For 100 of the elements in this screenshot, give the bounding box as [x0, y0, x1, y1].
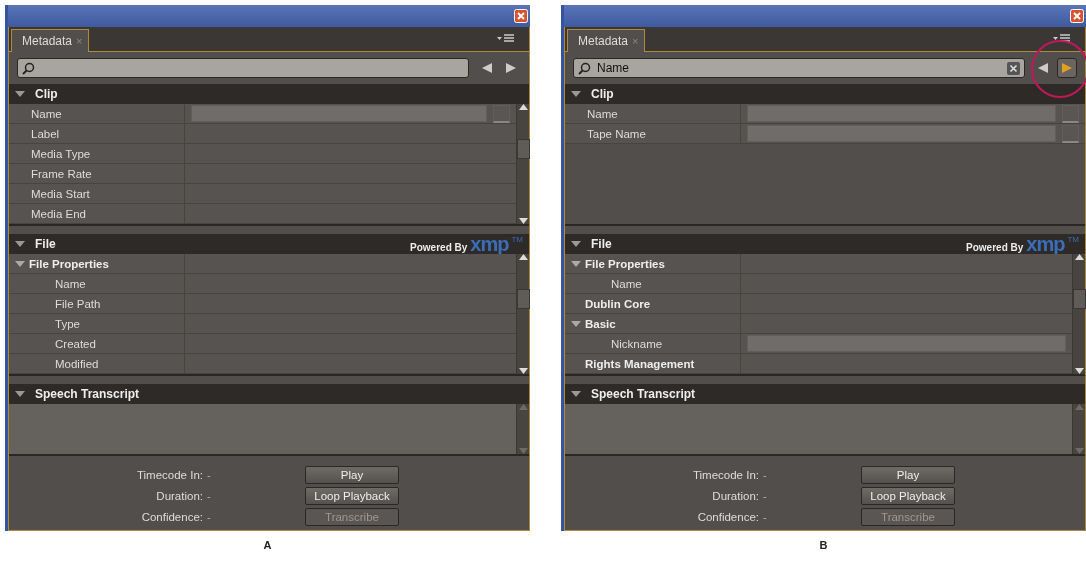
triangle-down-icon[interactable] [571, 240, 581, 248]
property-row[interactable]: Name [565, 274, 1072, 294]
scrollbar[interactable] [516, 254, 529, 374]
group-row[interactable]: File Properties [9, 254, 516, 274]
arrow-down-icon[interactable] [1074, 368, 1084, 374]
search-field[interactable]: Name [573, 58, 1025, 78]
trademark-label: TM [511, 235, 523, 244]
triangle-down-icon[interactable] [571, 90, 581, 98]
readout-label: Confidence: [141, 511, 203, 523]
section-header[interactable]: Clip [565, 84, 1085, 104]
property-label: Tape Name [587, 127, 646, 140]
property-row[interactable]: Frame Rate [9, 164, 516, 184]
property-label: Media Start [31, 187, 90, 200]
section-header[interactable]: Speech Transcript [565, 384, 1085, 404]
group-row[interactable]: Basic [565, 314, 1072, 334]
property-label: Name [587, 107, 618, 120]
readout-value: - [763, 490, 768, 502]
triangle-down-icon[interactable] [571, 259, 581, 268]
logo-wordmark: xmp [470, 235, 509, 253]
group-row[interactable]: Dublin Core [565, 294, 1072, 314]
tab-label: Metadata [22, 34, 73, 48]
property-label: Created [55, 337, 96, 350]
group-label: Rights Management [585, 357, 695, 370]
input-field[interactable] [747, 335, 1066, 352]
group-row[interactable]: File Properties [565, 254, 1072, 274]
readout-label: Confidence: [697, 511, 759, 523]
close-icon[interactable] [514, 9, 528, 23]
triangle-down-icon[interactable] [15, 390, 25, 398]
readout-value: - [207, 469, 212, 481]
triangle-down-icon[interactable] [15, 259, 25, 268]
search-icon [22, 61, 35, 75]
next-button[interactable] [1057, 58, 1077, 78]
readout-label: Timecode In: [692, 469, 759, 481]
property-label: Modified [55, 357, 99, 370]
property-row[interactable]: Name [9, 104, 516, 124]
property-row[interactable]: Name [9, 274, 516, 294]
arrow-down-icon[interactable] [518, 368, 528, 374]
property-row[interactable]: Nickname [565, 334, 1072, 354]
powered-by-label: Powered By [966, 242, 1024, 253]
search-field[interactable] [17, 58, 469, 78]
property-row[interactable]: File Path [9, 294, 516, 314]
property-label: Type [55, 317, 80, 330]
input-field[interactable] [191, 105, 487, 122]
panel-tab[interactable]: Metadata × [11, 29, 90, 52]
group-row[interactable]: Rights Management [565, 354, 1072, 374]
logo-wordmark: xmp [1026, 235, 1065, 253]
property-row[interactable]: Media End [9, 204, 516, 224]
input-field[interactable] [747, 105, 1056, 122]
arrow-up-icon[interactable] [1074, 254, 1084, 260]
property-label: Nickname [611, 337, 663, 350]
property-label: Media End [31, 207, 86, 220]
property-row[interactable]: Created [9, 334, 516, 354]
section-title: Speech Transcript [35, 387, 141, 401]
property-row[interactable]: Modified [9, 354, 516, 374]
trademark-label: TM [1067, 235, 1079, 244]
search-icon [578, 61, 591, 75]
action-button[interactable]: Loop Playback [861, 487, 955, 505]
readout-value: - [207, 490, 212, 502]
property-label: Name [55, 277, 86, 290]
arrow-down-icon[interactable] [518, 218, 528, 224]
action-button[interactable]: Play [305, 466, 399, 484]
section-header[interactable]: Speech Transcript [9, 384, 529, 404]
clear-icon[interactable] [1007, 61, 1020, 75]
action-button[interactable]: Loop Playback [305, 487, 399, 505]
action-button[interactable]: Play [861, 466, 955, 484]
scrollbar-thumb[interactable] [516, 289, 530, 309]
property-row[interactable]: Media Type [9, 144, 516, 164]
triangle-right-icon [1061, 62, 1073, 74]
close-icon[interactable] [1070, 9, 1084, 23]
property-label: Label [31, 127, 60, 140]
group-label: File Properties [585, 257, 665, 270]
readout-value: - [763, 469, 768, 481]
panel-tab[interactable]: Metadata × [567, 29, 646, 52]
triangle-right-icon [505, 62, 517, 74]
section-title: File [35, 237, 57, 251]
group-label: Dublin Core [585, 297, 651, 310]
menu-icon[interactable] [497, 33, 515, 45]
section-header[interactable]: Clip [9, 84, 529, 104]
scrollbar-thumb[interactable] [1072, 289, 1086, 309]
property-row[interactable]: Label [9, 124, 516, 144]
arrow-up-icon[interactable] [518, 254, 528, 260]
scrollbar[interactable] [516, 104, 529, 224]
property-row[interactable]: Tape Name [565, 124, 1085, 144]
property-label: Name [611, 277, 642, 290]
readout-value: - [763, 511, 768, 523]
triangle-down-icon[interactable] [15, 90, 25, 98]
property-row[interactable]: Name [565, 104, 1085, 124]
scrollbar-thumb[interactable] [516, 139, 530, 159]
property-label: File Path [55, 297, 101, 310]
input-field[interactable] [747, 125, 1056, 142]
arrow-up-icon[interactable] [518, 104, 528, 110]
property-row[interactable]: Media Start [9, 184, 516, 204]
section-title: File [591, 237, 613, 251]
powered-by-label: Powered By [410, 242, 468, 253]
scrollbar[interactable] [1072, 254, 1085, 374]
triangle-down-icon[interactable] [15, 240, 25, 248]
readout-label: Timecode In: [136, 469, 203, 481]
triangle-down-icon[interactable] [571, 319, 581, 328]
property-row[interactable]: Type [9, 314, 516, 334]
triangle-down-icon[interactable] [571, 390, 581, 398]
